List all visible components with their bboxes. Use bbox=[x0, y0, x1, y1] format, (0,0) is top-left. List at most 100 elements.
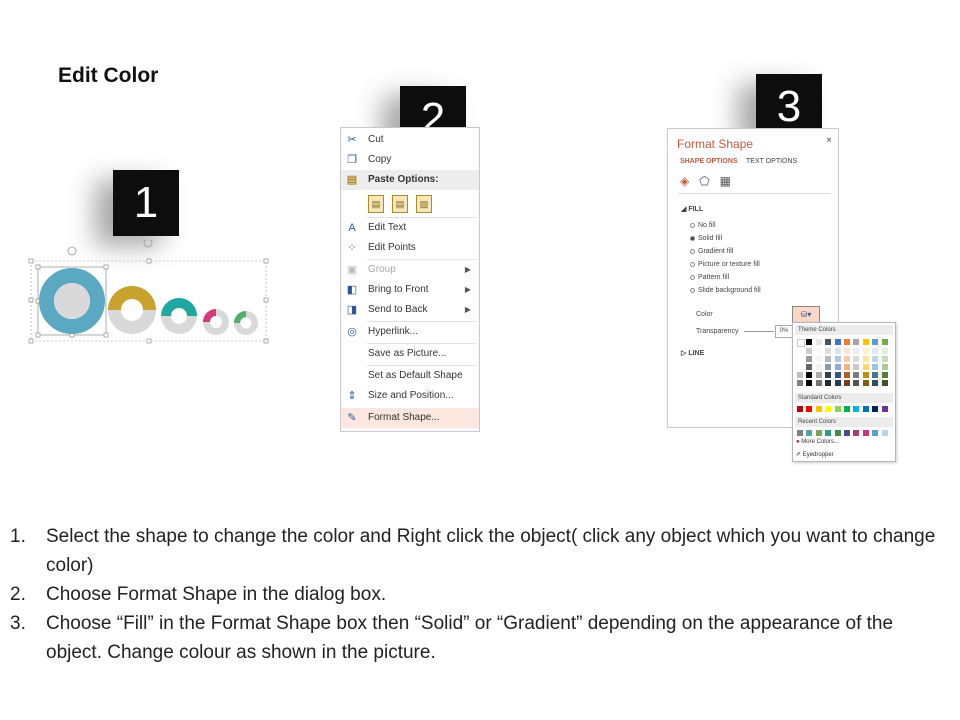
color-swatch[interactable] bbox=[815, 406, 822, 412]
color-swatch[interactable] bbox=[806, 339, 813, 345]
color-swatch[interactable] bbox=[881, 430, 888, 436]
close-icon[interactable]: × bbox=[826, 135, 832, 146]
color-swatch[interactable] bbox=[834, 406, 841, 412]
color-swatch[interactable] bbox=[881, 356, 888, 362]
color-swatch[interactable] bbox=[825, 348, 832, 354]
menu-item-copy[interactable]: ❐ Copy bbox=[341, 150, 479, 170]
color-swatch[interactable] bbox=[834, 380, 841, 386]
fill-option-solid-fill[interactable]: Solid fill bbox=[690, 235, 722, 242]
color-swatch[interactable] bbox=[844, 380, 850, 386]
fill-option-pattern[interactable]: Pattern fill bbox=[690, 274, 729, 281]
fill-line-icon[interactable]: ◈ bbox=[680, 174, 689, 188]
color-swatch[interactable] bbox=[834, 339, 841, 345]
color-swatch[interactable] bbox=[825, 364, 832, 370]
rotate-handle-icon[interactable] bbox=[143, 240, 153, 248]
color-swatch[interactable] bbox=[806, 356, 813, 362]
color-swatch[interactable] bbox=[815, 356, 822, 362]
color-swatch[interactable] bbox=[844, 356, 850, 362]
color-swatch[interactable] bbox=[862, 348, 869, 354]
color-swatch[interactable] bbox=[853, 364, 860, 370]
color-swatch[interactable] bbox=[815, 339, 822, 345]
effects-icon[interactable]: ⬠ bbox=[699, 174, 709, 188]
color-swatch[interactable] bbox=[797, 380, 803, 386]
color-swatch[interactable] bbox=[834, 356, 841, 362]
color-swatch[interactable] bbox=[881, 364, 888, 370]
color-swatch[interactable] bbox=[872, 430, 879, 436]
color-swatch[interactable] bbox=[797, 339, 805, 347]
color-swatch[interactable] bbox=[834, 430, 841, 436]
color-swatch[interactable] bbox=[853, 380, 860, 386]
transparency-slider[interactable] bbox=[744, 331, 774, 332]
color-swatch[interactable] bbox=[862, 339, 869, 345]
selected-shapes[interactable] bbox=[28, 240, 273, 348]
color-swatch[interactable] bbox=[844, 372, 850, 378]
menu-item-hyperlink[interactable]: ◎ Hyperlink... bbox=[341, 322, 479, 342]
color-swatch[interactable] bbox=[881, 339, 888, 345]
menu-item-edit-points[interactable]: ⁘ Edit Points bbox=[341, 238, 479, 258]
color-swatch[interactable] bbox=[872, 364, 879, 370]
color-swatch[interactable] bbox=[853, 430, 860, 436]
color-swatch[interactable] bbox=[825, 430, 832, 436]
menu-item-edit-text[interactable]: A Edit Text bbox=[341, 218, 479, 238]
color-swatch[interactable] bbox=[834, 348, 841, 354]
color-swatch[interactable] bbox=[834, 364, 841, 370]
color-swatch[interactable] bbox=[853, 406, 860, 412]
color-swatch[interactable] bbox=[862, 356, 869, 362]
color-swatch[interactable] bbox=[844, 339, 850, 345]
color-swatch[interactable] bbox=[806, 348, 813, 354]
menu-item-save-as-picture[interactable]: Save as Picture... bbox=[341, 344, 479, 364]
color-swatch[interactable] bbox=[797, 356, 803, 362]
color-swatch[interactable] bbox=[806, 364, 813, 370]
color-swatch[interactable] bbox=[872, 380, 879, 386]
color-swatch[interactable] bbox=[815, 364, 822, 370]
color-swatch[interactable] bbox=[881, 380, 888, 386]
menu-item-cut[interactable]: ✂ Cut bbox=[341, 130, 479, 150]
color-swatch[interactable] bbox=[797, 348, 803, 354]
color-swatch[interactable] bbox=[825, 406, 832, 412]
color-swatch[interactable] bbox=[825, 372, 832, 378]
fill-option-gradient-fill[interactable]: Gradient fill bbox=[690, 248, 733, 255]
color-swatch[interactable] bbox=[834, 372, 841, 378]
color-swatch[interactable] bbox=[815, 380, 822, 386]
color-swatch[interactable] bbox=[862, 380, 869, 386]
color-swatch[interactable] bbox=[806, 430, 813, 436]
menu-item-bring-to-front[interactable]: ◧ Bring to Front ▶ bbox=[341, 280, 479, 300]
color-swatch[interactable] bbox=[844, 364, 850, 370]
rotate-handle-icon[interactable] bbox=[67, 246, 77, 256]
tab-text-options[interactable]: TEXT OPTIONS bbox=[746, 158, 797, 165]
fill-section-header[interactable]: ◢ FILL bbox=[681, 205, 703, 213]
color-swatch[interactable] bbox=[872, 372, 879, 378]
line-section-header[interactable]: ▷ LINE bbox=[681, 349, 704, 357]
color-swatch[interactable] bbox=[872, 339, 879, 345]
tab-shape-options[interactable]: SHAPE OPTIONS bbox=[680, 158, 738, 165]
menu-item-format-shape[interactable]: ✎ Format Shape... bbox=[341, 408, 479, 428]
color-swatch[interactable] bbox=[872, 406, 879, 412]
color-swatch[interactable] bbox=[815, 372, 822, 378]
color-swatch[interactable] bbox=[797, 372, 803, 378]
menu-item-set-default-shape[interactable]: Set as Default Shape bbox=[341, 366, 479, 386]
color-swatch[interactable] bbox=[853, 339, 860, 345]
color-swatch[interactable] bbox=[815, 430, 822, 436]
color-swatch[interactable] bbox=[862, 406, 869, 412]
color-swatch[interactable] bbox=[862, 372, 869, 378]
fill-option-picture-texture[interactable]: Picture or texture fill bbox=[690, 261, 760, 268]
color-swatch[interactable] bbox=[853, 356, 860, 362]
color-swatch[interactable] bbox=[844, 430, 850, 436]
color-swatch[interactable] bbox=[797, 364, 803, 370]
color-swatch[interactable] bbox=[806, 372, 813, 378]
color-swatch[interactable] bbox=[844, 406, 850, 412]
color-swatch[interactable] bbox=[797, 430, 803, 436]
color-swatch[interactable] bbox=[825, 380, 832, 386]
color-swatch[interactable] bbox=[844, 348, 850, 354]
menu-item-send-to-back[interactable]: ◨ Send to Back ▶ bbox=[341, 300, 479, 320]
paste-keep-format-icon[interactable]: ▤ bbox=[368, 195, 384, 213]
color-swatch[interactable] bbox=[825, 339, 832, 345]
color-swatch[interactable] bbox=[806, 406, 813, 412]
paste-merge-format-icon[interactable]: ▤ bbox=[392, 195, 408, 213]
color-swatch[interactable] bbox=[815, 348, 822, 354]
color-swatch[interactable] bbox=[825, 356, 832, 362]
color-swatch[interactable] bbox=[862, 364, 869, 370]
transparency-input[interactable]: 0% bbox=[775, 325, 793, 338]
color-swatch[interactable] bbox=[881, 348, 888, 354]
color-swatch[interactable] bbox=[806, 380, 813, 386]
